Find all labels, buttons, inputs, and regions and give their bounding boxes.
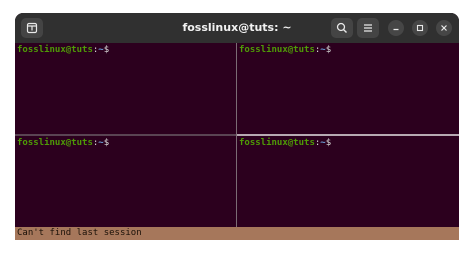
new-tab-button[interactable] bbox=[21, 18, 43, 38]
status-message: Can't find last session bbox=[17, 228, 142, 238]
minimize-button[interactable] bbox=[388, 20, 404, 36]
minimize-icon bbox=[393, 28, 399, 31]
window-title: fosslinux@tuts: ~ bbox=[182, 21, 292, 34]
search-button[interactable] bbox=[331, 18, 353, 38]
terminal-pane-top-left[interactable]: fosslinux@tuts:~$ bbox=[15, 43, 236, 134]
close-icon bbox=[441, 25, 447, 31]
pane-divider-horizontal-left[interactable] bbox=[15, 134, 236, 136]
hamburger-menu-icon bbox=[364, 24, 372, 32]
shell-prompt: fosslinux@tuts:~$ bbox=[239, 138, 332, 148]
status-bar: Can't find last session bbox=[15, 227, 459, 240]
terminal-pane-bottom-right[interactable]: fosslinux@tuts:~$ bbox=[237, 136, 459, 227]
title-bar: fosslinux@tuts: ~ bbox=[15, 13, 459, 43]
pane-divider-horizontal-right[interactable] bbox=[237, 134, 459, 136]
new-tab-icon bbox=[26, 22, 38, 34]
terminal-window: fosslinux@tuts: ~ fosslinux@tuts:~$ foss… bbox=[15, 13, 459, 240]
close-button[interactable] bbox=[436, 20, 452, 36]
maximize-button[interactable] bbox=[412, 20, 428, 36]
terminal-pane-top-right[interactable]: fosslinux@tuts:~$ bbox=[237, 43, 459, 134]
search-icon bbox=[336, 22, 347, 33]
menu-button[interactable] bbox=[357, 18, 379, 38]
terminal-pane-bottom-left[interactable]: fosslinux@tuts:~$ bbox=[15, 136, 236, 227]
shell-prompt: fosslinux@tuts:~$ bbox=[17, 45, 110, 55]
maximize-icon bbox=[416, 24, 424, 32]
shell-prompt: fosslinux@tuts:~$ bbox=[239, 45, 332, 55]
shell-prompt: fosslinux@tuts:~$ bbox=[17, 138, 110, 148]
